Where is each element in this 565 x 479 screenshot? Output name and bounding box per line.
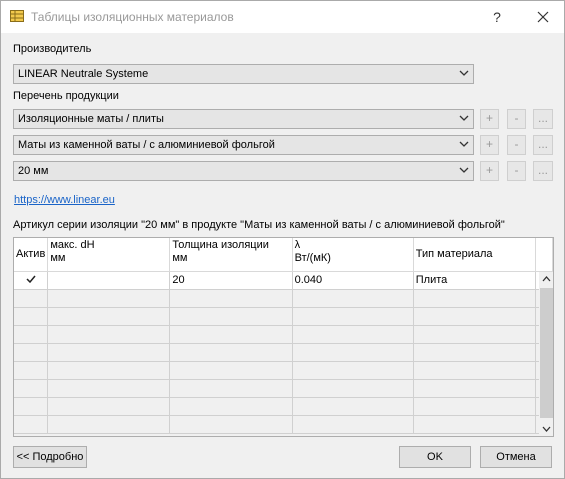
- empty-row: [14, 379, 553, 398]
- add-series-button[interactable]: +: [480, 161, 499, 181]
- column-header-active[interactable]: Актив: [14, 238, 49, 272]
- product-select[interactable]: Маты из каменной ваты / с алюминиевой фо…: [13, 135, 474, 155]
- product-category-value: Изоляционные маты / плиты: [18, 113, 164, 125]
- column-header-material-type[interactable]: Тип материала: [413, 238, 537, 272]
- ok-button[interactable]: OK: [399, 446, 471, 468]
- add-product-button[interactable]: +: [480, 135, 499, 155]
- remove-series-button[interactable]: -: [507, 161, 526, 181]
- active-checkbox[interactable]: [14, 271, 49, 290]
- remove-product-button[interactable]: -: [507, 135, 526, 155]
- edit-category-button[interactable]: ...: [533, 109, 553, 129]
- dialog-window: Таблицы изоляционных материалов ? Произв…: [0, 0, 565, 479]
- column-header-thickness[interactable]: Толщина изоляции мм: [169, 238, 293, 272]
- products-label: Перечень продукции: [13, 90, 119, 102]
- manufacturer-link[interactable]: https://www.linear.eu: [14, 194, 115, 206]
- column-header-filler: [535, 238, 553, 272]
- chevron-down-icon: [459, 141, 469, 147]
- article-label: Артикул серии изоляции "20 мм" в продукт…: [13, 219, 505, 231]
- app-icon: [10, 10, 24, 22]
- cell-lambda[interactable]: 0.040: [292, 271, 414, 290]
- chevron-down-icon: [459, 167, 469, 173]
- table-row[interactable]: 20 0.040 Плита: [14, 271, 553, 290]
- manufacturer-select[interactable]: LINEAR Neutrale Systeme: [13, 64, 474, 84]
- empty-row: [14, 307, 553, 326]
- article-grid: Актив макс. dH мм Толщина изоляции мм λ Вт/…: [14, 238, 553, 434]
- series-select[interactable]: 20 мм: [13, 161, 474, 181]
- product-value: Маты из каменной ваты / с алюминиевой фо…: [18, 139, 275, 151]
- cell-thickness[interactable]: 20: [169, 271, 293, 290]
- cell-max-dh[interactable]: [47, 271, 171, 290]
- help-button[interactable]: ?: [487, 7, 507, 27]
- vertical-scrollbar[interactable]: [539, 272, 553, 436]
- empty-row: [14, 397, 553, 416]
- empty-row: [14, 289, 553, 308]
- edit-series-button[interactable]: ...: [533, 161, 553, 181]
- chevron-down-icon: [459, 70, 469, 76]
- close-icon[interactable]: [533, 7, 553, 27]
- series-value: 20 мм: [18, 165, 49, 177]
- manufacturer-value: LINEAR Neutrale Systeme: [18, 68, 149, 80]
- edit-product-button[interactable]: ...: [533, 135, 553, 155]
- manufacturer-label: Производитель: [13, 43, 92, 55]
- scrollbar-thumb[interactable]: [540, 288, 553, 418]
- scroll-up-icon[interactable]: [542, 276, 551, 282]
- cancel-button[interactable]: Отмена: [480, 446, 552, 468]
- title-bar: Таблицы изоляционных материалов ?: [1, 1, 564, 33]
- empty-row: [14, 343, 553, 362]
- window-title: Таблицы изоляционных материалов: [31, 10, 234, 24]
- empty-row: [14, 361, 553, 380]
- remove-category-button[interactable]: -: [507, 109, 526, 129]
- checkmark-icon: [26, 275, 36, 284]
- column-header-max-dh[interactable]: макс. dH мм: [47, 238, 171, 272]
- column-header-lambda[interactable]: λ Вт/(мК): [292, 238, 414, 272]
- chevron-down-icon: [459, 115, 469, 121]
- cell-material-type[interactable]: Плита: [413, 271, 537, 290]
- empty-row: [14, 325, 553, 344]
- add-category-button[interactable]: +: [480, 109, 499, 129]
- empty-row: [14, 415, 553, 434]
- product-category-select[interactable]: Изоляционные маты / плиты: [13, 109, 474, 129]
- article-table: Актив макс. dH мм Толщина изоляции мм λ Вт/…: [13, 237, 554, 437]
- details-button[interactable]: << Подробно: [13, 446, 87, 468]
- scroll-down-icon[interactable]: [542, 426, 551, 432]
